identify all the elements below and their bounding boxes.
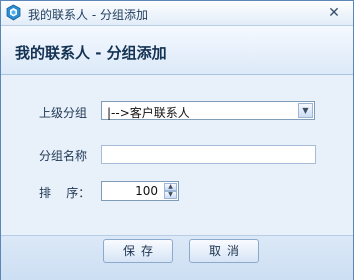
close-button[interactable]: ✕ [325, 4, 343, 22]
arrow-up-icon[interactable]: ▲ [164, 183, 177, 191]
chevron-down-icon[interactable]: ▼ [298, 103, 313, 118]
group-name-field[interactable] [101, 145, 316, 164]
parent-group-selected-value: |-->客户联系人 [107, 106, 190, 120]
save-button[interactable]: 保存 [103, 239, 173, 263]
sort-order-value: 100 [135, 184, 158, 198]
parent-group-select[interactable]: |-->客户联系人 ▼ [101, 101, 315, 120]
sort-order-label: 排 序： [39, 186, 91, 200]
page-title: 我的联系人 - 分组添加 [15, 44, 167, 62]
title-bar[interactable]: 我的联系人 - 分组添加 ✕ [1, 1, 353, 26]
arrow-down-icon[interactable]: ▼ [164, 191, 177, 199]
sort-order-stepper[interactable]: 100 ▲ ▼ [101, 181, 179, 201]
dialog-window: 我的联系人 - 分组添加 ✕ 我的联系人 - 分组添加 上级分组 |-->客户联… [0, 0, 354, 280]
window-title: 我的联系人 - 分组添加 [28, 8, 148, 22]
app-logo-icon [5, 4, 22, 21]
parent-group-label: 上级分组 [39, 106, 88, 120]
dialog-header: 我的联系人 - 分组添加 [1, 26, 353, 75]
close-icon[interactable]: ✕ [328, 5, 340, 21]
dialog-footer [1, 235, 353, 280]
group-name-label: 分组名称 [39, 149, 88, 163]
cancel-button[interactable]: 取消 [189, 239, 259, 263]
